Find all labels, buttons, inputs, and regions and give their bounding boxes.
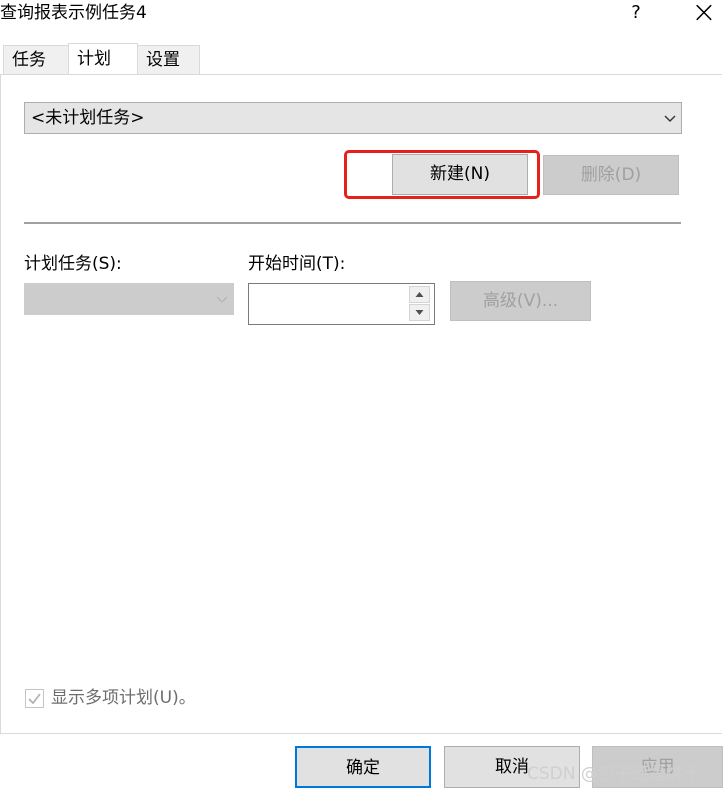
start-time-input[interactable] — [248, 283, 435, 325]
show-multiple-label: 显示多项计划(U)。 — [51, 688, 196, 708]
start-time-label: 开始时间(T): — [248, 254, 346, 274]
triangle-down-icon — [415, 310, 424, 315]
close-button[interactable]: × — [686, 0, 722, 28]
triangle-up-icon — [415, 292, 424, 297]
window-title: 查询报表示例任务4 — [0, 3, 147, 23]
help-button[interactable]: ? — [626, 2, 646, 24]
apply-button[interactable]: 应用 — [592, 746, 723, 788]
separator — [24, 222, 681, 224]
delete-schedule-button[interactable]: 删除(D) — [543, 155, 679, 195]
chevron-down-icon — [211, 284, 233, 318]
tab-task[interactable]: 任务 — [3, 45, 69, 74]
schedule-dropdown[interactable]: <未计划任务> — [24, 102, 682, 134]
cancel-button[interactable]: 取消 — [444, 746, 580, 788]
schedule-dropdown-value: <未计划任务> — [31, 108, 145, 128]
checkmark-icon — [28, 693, 41, 705]
show-multiple-checkbox[interactable] — [25, 689, 44, 708]
tab-schedule[interactable]: 计划 — [68, 43, 138, 74]
spin-up-button[interactable] — [409, 286, 430, 303]
schedule-task-dropdown[interactable] — [24, 283, 234, 315]
schedule-task-label: 计划任务(S): — [24, 254, 122, 274]
new-schedule-button[interactable]: 新建(N) — [392, 154, 528, 195]
chevron-down-icon[interactable] — [659, 103, 681, 133]
advanced-button[interactable]: 高级(V)... — [450, 281, 591, 321]
spin-down-button[interactable] — [409, 304, 430, 321]
tab-settings[interactable]: 设置 — [137, 45, 200, 74]
ok-button[interactable]: 确定 — [295, 746, 431, 788]
tab-strip: 任务 计划 设置 — [0, 43, 723, 75]
